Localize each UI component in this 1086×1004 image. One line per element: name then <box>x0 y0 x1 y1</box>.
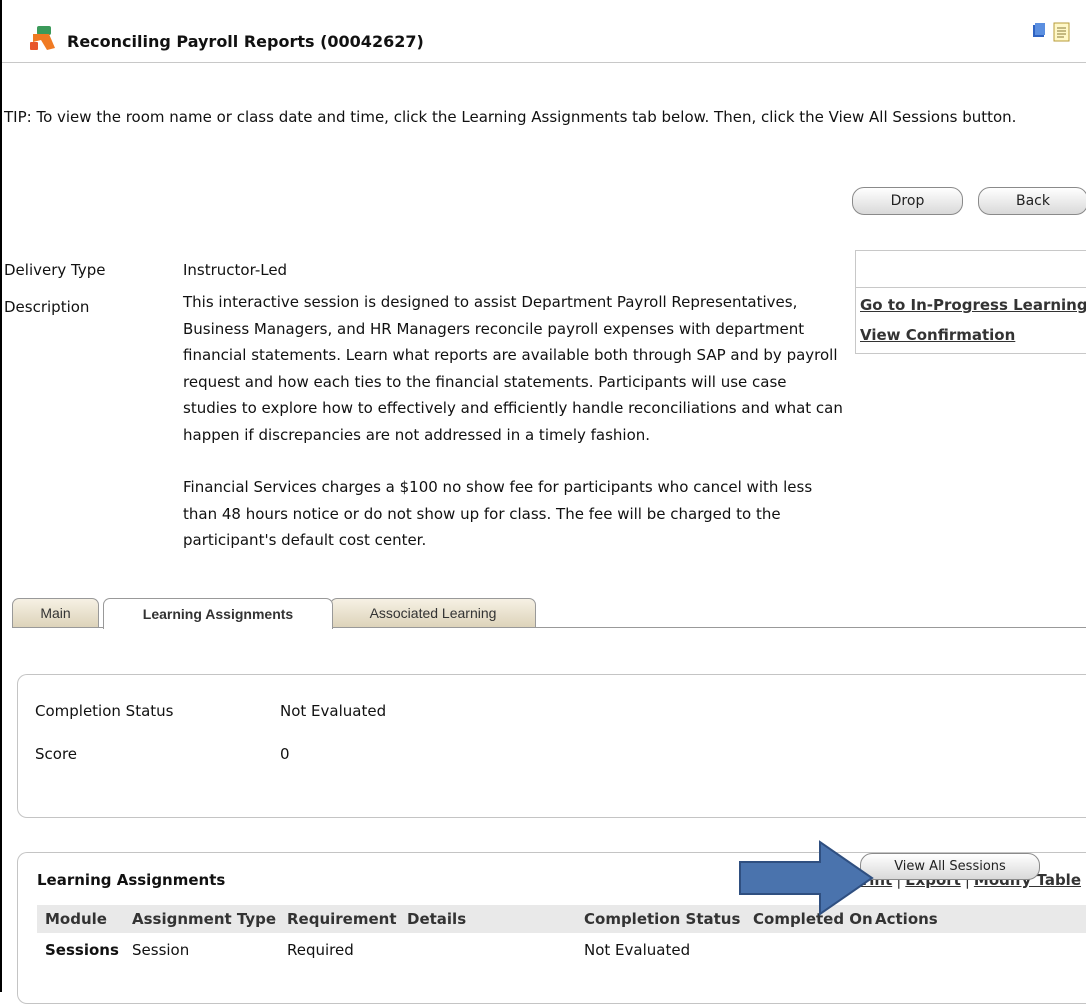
table-header: Module Assignment Type Requirement Detai… <box>37 905 1086 933</box>
column-header-module: Module <box>45 910 107 928</box>
drop-button[interactable]: Drop <box>852 187 963 215</box>
column-header-assignment-type: Assignment Type <box>132 910 277 928</box>
column-header-details: Details <box>407 910 467 928</box>
completion-status-label: Completion Status <box>35 702 174 720</box>
tab-associated-learning[interactable]: Associated Learning <box>330 598 536 627</box>
delivery-type-label: Delivery Type <box>4 261 106 279</box>
cell-completion-status: Not Evaluated <box>584 941 691 959</box>
tab-main[interactable]: Main <box>12 598 99 627</box>
notes-icon[interactable] <box>1053 22 1071 42</box>
completion-status-panel: Completion Status Not Evaluated Score 0 <box>17 674 1086 818</box>
page-title: Reconciling Payroll Reports (00042627) <box>67 32 424 51</box>
book-icon[interactable] <box>1032 22 1046 38</box>
completion-status-value: Not Evaluated <box>280 702 387 720</box>
cell-assignment-type: Session <box>132 941 190 959</box>
side-links-box: Go to In-Progress Learning View Confirma… <box>855 250 1086 354</box>
column-header-completion-status: Completion Status <box>584 910 741 928</box>
tip-text: TIP: To view the room name or class date… <box>4 108 1017 126</box>
callout-arrow-icon <box>739 840 874 916</box>
course-logo-icon <box>30 26 55 50</box>
tab-learning-assignments[interactable]: Learning Assignments <box>103 598 333 629</box>
description-paragraph: This interactive session is designed to … <box>183 293 843 444</box>
learning-assignments-title: Learning Assignments <box>37 871 226 889</box>
cell-requirement: Required <box>287 941 354 959</box>
column-header-actions: Actions <box>875 910 938 928</box>
score-value: 0 <box>280 745 290 763</box>
in-progress-learning-link[interactable]: Go to In-Progress Learning <box>860 296 1086 314</box>
back-button[interactable]: Back <box>978 187 1086 215</box>
score-label: Score <box>35 745 78 763</box>
description-label: Description <box>4 298 90 316</box>
title-icons <box>1032 22 1071 42</box>
window-left-border <box>0 0 2 992</box>
view-confirmation-link[interactable]: View Confirmation <box>860 326 1015 344</box>
view-all-sessions-button[interactable]: View All Sessions <box>860 853 1040 880</box>
side-box-divider <box>856 287 1086 288</box>
cell-module: Sessions <box>45 941 119 959</box>
description: This interactive session is designed to … <box>183 289 843 554</box>
delivery-type-value: Instructor-Led <box>183 261 288 279</box>
title-divider <box>2 62 1086 63</box>
column-header-requirement: Requirement <box>287 910 397 928</box>
description-paragraph: Financial Services charges a $100 no sho… <box>183 478 813 549</box>
